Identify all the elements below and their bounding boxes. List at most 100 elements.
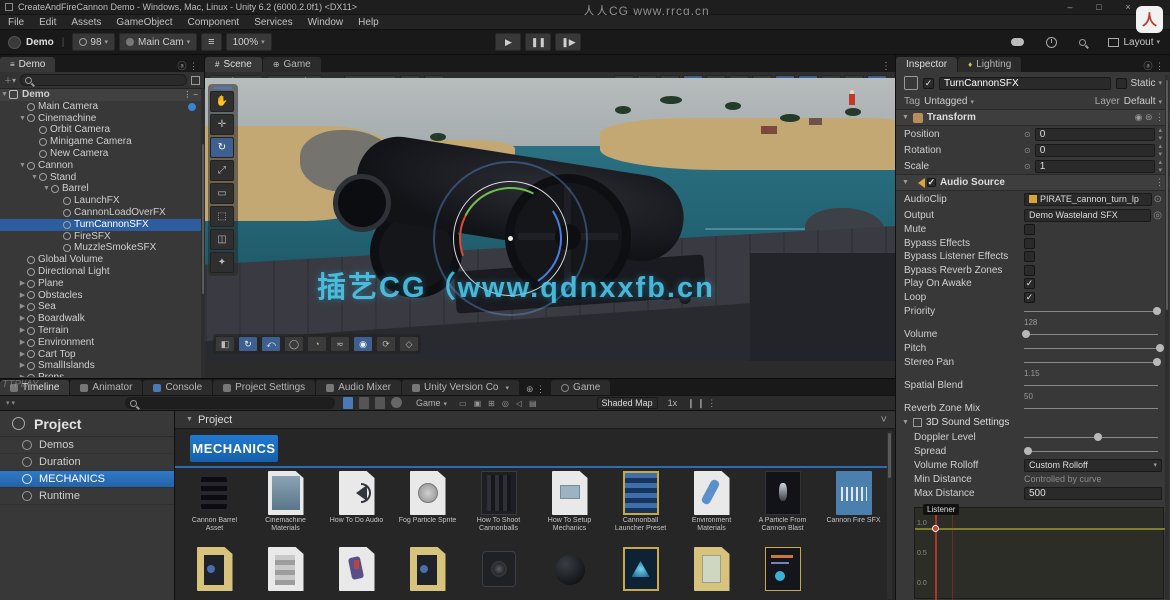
tab-animator[interactable]: Animator: [70, 380, 142, 395]
rolloff-curve-graph[interactable]: Listener 1.00.50.0: [914, 507, 1164, 599]
custom-tool[interactable]: ✦: [210, 252, 234, 273]
hierarchy-item-main-camera[interactable]: Main Camera: [0, 101, 204, 113]
scale-tool[interactable]: ⤢: [210, 160, 234, 181]
asset-a-particle-from-cannon-blast[interactable]: A Particle From Cannon Blast: [751, 471, 814, 533]
asset-row2-2[interactable]: [325, 547, 388, 593]
bypass-reverb-zones-checkbox[interactable]: [1024, 265, 1035, 276]
menu-assets[interactable]: Assets: [71, 17, 101, 28]
audio-source-header[interactable]: ▼ ✓ Audio Source ⋮: [896, 174, 1170, 191]
menu-file[interactable]: File: [8, 17, 24, 28]
asset-fog-particle-sprite[interactable]: Fog Particle Sprite: [396, 471, 459, 533]
component-options-icons[interactable]: ⋮: [1155, 177, 1164, 188]
create-dropdown[interactable]: ＋▾: [4, 75, 16, 86]
step-button[interactable]: ❚▶: [555, 33, 581, 51]
panel-menu-icon[interactable]: ⓐ ⋮: [177, 59, 198, 72]
transform-header[interactable]: ▼ Transform ◉ ⊜ ⋮: [896, 109, 1170, 126]
collapse-chevron-icon[interactable]: ˅: [881, 414, 887, 426]
asset-cinemachine-materials[interactable]: Cinemachine Materials: [254, 471, 317, 533]
camera-context-dropdown[interactable]: Main Cam▾: [119, 33, 197, 51]
hierarchy-item-launchfx[interactable]: LaunchFX: [0, 195, 204, 207]
menu-gameobject[interactable]: GameObject: [116, 17, 172, 28]
scene-bottom-icon-2[interactable]: ⤺: [261, 336, 281, 352]
minimize-button[interactable]: –: [1058, 2, 1082, 12]
focus-icon[interactable]: ◎: [502, 399, 509, 408]
tab-scene[interactable]: #Scene: [205, 57, 262, 72]
scene-bottom-icon-8[interactable]: ◇: [399, 336, 419, 352]
console-warn-icon[interactable]: [359, 397, 369, 409]
component-options-icons[interactable]: ◉ ⊜ ⋮: [1135, 112, 1164, 123]
asset-how-to-shoot-cannonballs[interactable]: How To Shoot Cannonballs: [467, 471, 530, 533]
audio-enabled-checkbox[interactable]: ✓: [927, 178, 936, 187]
hierarchy-item-cinemachine[interactable]: ▼Cinemachine: [0, 113, 204, 125]
scene-bottom-icon-0[interactable]: ◧: [215, 336, 235, 352]
tab-audio-mixer[interactable]: Audio Mixer: [316, 380, 401, 395]
transform-position-input[interactable]: 0: [1035, 128, 1156, 141]
asset-row2-7[interactable]: [680, 547, 743, 593]
history-dropdown[interactable]: 98▾: [72, 33, 115, 51]
asset-row2-3[interactable]: [396, 547, 459, 593]
audioclip-field[interactable]: PIRATE_cannon_turn_lp: [1024, 193, 1152, 206]
hierarchy-item-sea[interactable]: ▶Sea: [0, 301, 204, 313]
asset-how-to-setup-mechanics[interactable]: How To Setup Mechanics: [538, 471, 601, 533]
scene-visibility-icon[interactable]: [191, 76, 200, 85]
project-folder-mechanics[interactable]: MECHANICS: [0, 471, 174, 488]
hierarchy-item-muzzlesmokesfx[interactable]: MuzzleSmokeSFX: [0, 242, 204, 254]
bypass-listener-effects-checkbox[interactable]: [1024, 251, 1035, 262]
hierarchy-item-directional-light[interactable]: Directional Light: [0, 266, 204, 278]
scene-bottom-icon-1[interactable]: ↻: [238, 336, 258, 352]
scene-bottom-icon-6[interactable]: ◉: [353, 336, 373, 352]
hierarchy-item-plane[interactable]: ▶Plane: [0, 278, 204, 290]
scale-icon[interactable]: ⊞: [488, 399, 495, 408]
hierarchy-item-orbit-camera[interactable]: Orbit Camera: [0, 124, 204, 136]
priority-slider[interactable]: [1024, 305, 1162, 317]
max-distance-field[interactable]: 500: [1024, 487, 1162, 500]
transform-tool[interactable]: ⬚: [210, 206, 234, 227]
asset-row2-6[interactable]: [609, 547, 672, 593]
hierarchy-item-cart-top[interactable]: ▶Cart Top: [0, 349, 204, 361]
asset-row2-5[interactable]: [538, 547, 601, 593]
mute-checkbox[interactable]: [1024, 224, 1035, 235]
asset-cannonball-launcher-preset[interactable]: Cannonball Launcher Preset: [609, 471, 672, 533]
scene-bottom-icon-4[interactable]: ◔: [307, 336, 327, 352]
scene-bottom-icon-3[interactable]: ◯: [284, 336, 304, 352]
hierarchy-item-props[interactable]: ▶Props: [0, 372, 204, 377]
transform-rotation-input[interactable]: 0: [1035, 144, 1156, 157]
project-folder-runtime[interactable]: Runtime: [0, 488, 174, 505]
loop-checkbox[interactable]: ✓: [1024, 292, 1035, 303]
hierarchy-item-terrain[interactable]: ▶Terrain: [0, 325, 204, 337]
menu-services[interactable]: Services: [254, 17, 292, 28]
menu-component[interactable]: Component: [188, 17, 240, 28]
scene-panel-menu-icon[interactable]: ⋮: [881, 61, 891, 72]
hierarchy-item-new-camera[interactable]: New Camera: [0, 148, 204, 160]
hierarchy-item-turncannonsfx[interactable]: TurnCannonSFX: [0, 219, 204, 231]
pause-button[interactable]: ❚❚: [525, 33, 551, 51]
zoom-dropdown[interactable]: 100%▾: [226, 33, 272, 51]
project-content-header[interactable]: ▼ Project ˅: [175, 411, 895, 429]
gizmos-dropdown[interactable]: ❙ ❙ ⋮: [687, 398, 716, 409]
static-checkbox[interactable]: [1116, 78, 1127, 89]
view-tool[interactable]: ✋: [210, 91, 234, 112]
active-checkbox[interactable]: ✓: [923, 78, 934, 89]
listener-line[interactable]: [935, 508, 937, 600]
play-button[interactable]: ▶: [495, 33, 521, 51]
menu-edit[interactable]: Edit: [39, 17, 56, 28]
bottom-search-input[interactable]: [125, 397, 335, 409]
scene-bottom-icon-5[interactable]: ≂: [330, 336, 350, 352]
timeline-collapse-carets[interactable]: ▾ ▾: [6, 399, 15, 407]
maximize-button[interactable]: □: [1087, 2, 1111, 12]
hierarchy-item-barrel[interactable]: ▼Barrel: [0, 183, 204, 195]
tab-unity-version-co[interactable]: Unity Version Co▾: [402, 380, 519, 395]
asset-row2-0[interactable]: [183, 547, 246, 593]
pitch-slider[interactable]: [1024, 342, 1162, 354]
tab-game-bottom[interactable]: Game: [551, 380, 610, 395]
hierarchy-item-smallislands[interactable]: ▶SmallIslands: [0, 360, 204, 372]
menu-help[interactable]: Help: [358, 17, 379, 28]
layer-dropdown[interactable]: Default: [1124, 96, 1156, 107]
asset-how-to-do-audio[interactable]: How To Do Audio: [325, 471, 388, 533]
asset-cannon-fire-sfx[interactable]: Cannon Fire SFX: [822, 471, 885, 533]
stats-icon[interactable]: ▤: [529, 399, 537, 408]
hierarchy-item-cannonloadoverfx[interactable]: CannonLoadOverFX: [0, 207, 204, 219]
tab-inspector[interactable]: Inspector: [896, 57, 957, 72]
hierarchy-item-cannon[interactable]: ▼Cannon: [0, 160, 204, 172]
spread-slider[interactable]: [1024, 445, 1162, 457]
